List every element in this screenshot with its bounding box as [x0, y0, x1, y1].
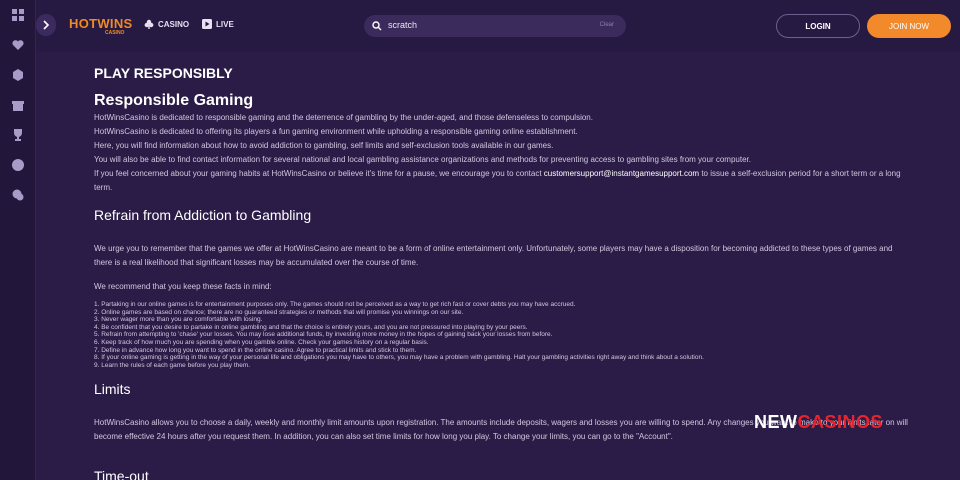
heart-icon[interactable]	[11, 38, 25, 52]
chevron-right-icon	[43, 20, 50, 30]
search-clear-button[interactable]: Clear	[600, 22, 614, 28]
nav-live-label: LIVE	[216, 19, 234, 29]
nav-live[interactable]: LIVE	[202, 19, 234, 29]
responsible-gaming-heading: Responsible Gaming	[94, 92, 254, 109]
list-item: 1. Partaking in our online games is for …	[94, 301, 576, 308]
sidebar	[0, 0, 36, 480]
facts-intro: We recommend that you keep these facts i…	[94, 282, 272, 291]
responsible-gaming-text: HotWinsCasino is dedicated to responsibl…	[94, 111, 912, 195]
responsible-line: HotWinsCasino is dedicated to responsibl…	[94, 113, 593, 122]
star-icon[interactable]	[11, 158, 25, 172]
login-button[interactable]: LOGIN	[776, 14, 860, 38]
contact-line: If you feel concerned about your gaming …	[94, 167, 912, 195]
grid-icon[interactable]	[11, 8, 25, 22]
trophy-icon[interactable]	[11, 128, 25, 142]
contact-text-pre: If you feel concerned about your gaming …	[94, 169, 544, 178]
addiction-text: We urge you to remember that the games w…	[94, 244, 893, 267]
list-item: 6. Keep track of how much you are spendi…	[94, 338, 429, 346]
responsible-line: HotWinsCasino is dedicated to offering i…	[94, 127, 578, 136]
list-item: 9. Learn the rules of each game before y…	[94, 361, 251, 369]
join-now-button[interactable]: JOIN NOW	[867, 14, 951, 38]
list-item: 8. If your online gaming is getting in t…	[94, 354, 704, 362]
responsible-line: Here, you will find information about ho…	[94, 141, 554, 150]
page-title: PLAY RESPONSIBLY	[94, 65, 233, 81]
top-bar: HOTWINS CASINO CASINO LIVE scratch Clear…	[36, 0, 960, 52]
search-bar[interactable]: scratch Clear	[364, 15, 626, 37]
list-item: 3. Never wager more than you are comfort…	[94, 316, 263, 324]
limits-heading: Limits	[94, 381, 131, 397]
list-item: 7. Define in advance how long you want t…	[94, 346, 417, 354]
responsible-line: You will also be able to find contact in…	[94, 155, 751, 164]
watermark-part2: CASINOS	[797, 412, 884, 432]
club-icon	[144, 19, 154, 29]
gift-icon[interactable]	[11, 98, 25, 112]
cube-icon[interactable]	[11, 68, 25, 82]
logo[interactable]: HOTWINS	[69, 16, 132, 31]
addiction-heading: Refrain from Addiction to Gambling	[94, 207, 312, 223]
logo-sub: CASINO	[105, 30, 125, 36]
list-item: 4. Be confident that you desire to parta…	[94, 323, 528, 331]
facts-list: 1. Partaking in our online games is for …	[94, 301, 912, 369]
live-play-icon	[202, 19, 212, 29]
expand-sidebar-button[interactable]	[36, 14, 56, 36]
timeout-heading: Time-out	[94, 468, 149, 480]
nav-casino[interactable]: CASINO	[144, 19, 189, 29]
watermark-part1: NEW	[754, 412, 798, 432]
chat-icon[interactable]	[11, 188, 25, 202]
watermark-logo: NEWCASINOS	[754, 412, 883, 433]
search-icon	[372, 21, 382, 31]
list-item: 2. Online games are based on chance; the…	[94, 308, 464, 316]
list-item: 5. Refrain from attempting to 'chase' yo…	[94, 331, 553, 339]
support-email-link[interactable]: customersupport@instantgamesupport.com	[544, 169, 699, 178]
nav-casino-label: CASINO	[158, 19, 190, 29]
search-input[interactable]: scratch	[388, 20, 417, 30]
